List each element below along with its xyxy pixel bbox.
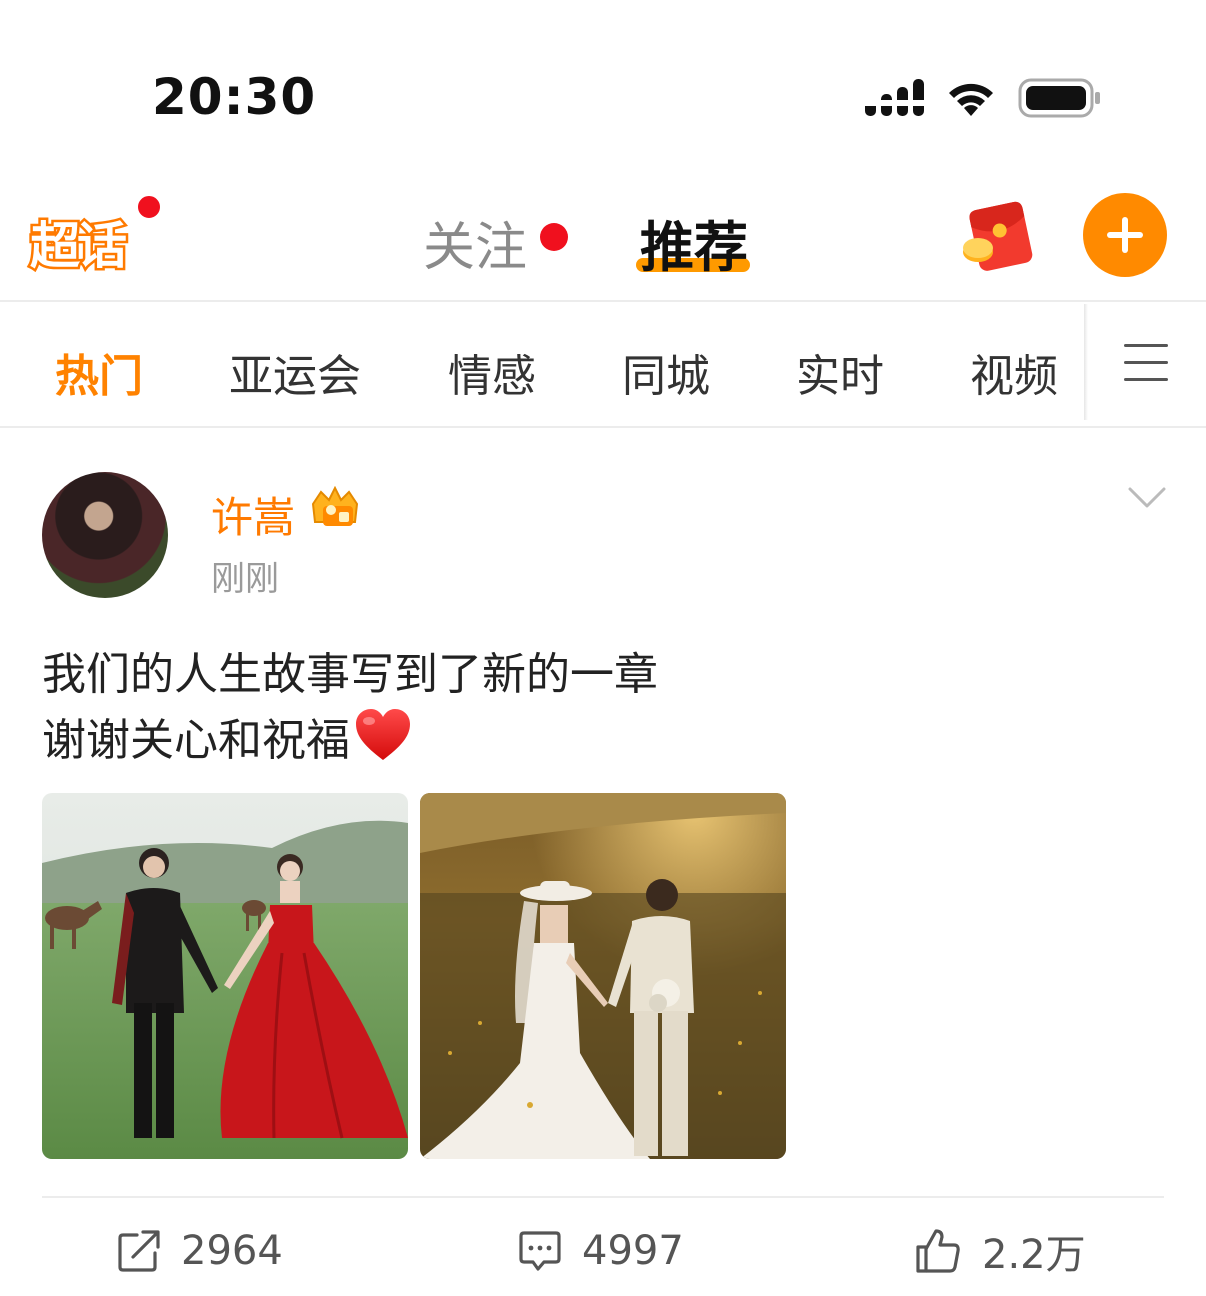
post-text-line-1: 我们的人生故事写到了新的一章	[42, 649, 658, 700]
category-tab-video[interactable]: 视频	[970, 340, 1058, 404]
cellular-signal-icon	[865, 79, 924, 116]
repost-button[interactable]: 2964	[117, 1226, 283, 1276]
post-text-line-2-text: 谢谢关心和祝福	[42, 715, 350, 766]
status-time: 20:30	[152, 68, 317, 126]
thumbs-up-icon	[916, 1229, 960, 1273]
battery-icon	[1018, 78, 1100, 118]
tab-recommend[interactable]: 推荐	[640, 203, 748, 282]
category-tab-emotion[interactable]: 情感	[448, 340, 536, 404]
repost-icon	[118, 1230, 160, 1272]
category-menu-icon[interactable]	[1124, 344, 1168, 382]
wifi-icon	[949, 83, 993, 116]
menu-separator	[1084, 304, 1088, 420]
like-count: 2.2万	[982, 1232, 1086, 1278]
comment-icon	[519, 1231, 561, 1271]
post-author[interactable]: 许嵩	[211, 484, 295, 545]
red-heart-icon	[356, 709, 410, 760]
category-divider	[0, 426, 1206, 428]
comment-count: 4997	[582, 1228, 684, 1274]
repost-count: 2964	[181, 1228, 283, 1274]
chevron-down-icon[interactable]	[1128, 486, 1166, 510]
category-tab-realtime[interactable]: 实时	[796, 340, 884, 404]
category-tab-local[interactable]: 同城	[622, 340, 710, 404]
red-packet-icon[interactable]	[958, 200, 1038, 274]
avatar[interactable]	[42, 472, 168, 598]
super-topic-notification-dot	[135, 193, 163, 221]
post-image-2[interactable]	[420, 793, 786, 1159]
category-tab-hot[interactable]: 热门	[55, 340, 143, 404]
follow-notification-dot	[540, 223, 568, 251]
super-topic-logo: 超话	[28, 215, 130, 278]
comment-button[interactable]: 4997	[518, 1226, 684, 1276]
post-actions-divider	[42, 1196, 1164, 1198]
post-image-1[interactable]	[42, 793, 408, 1159]
category-tab-asian-games[interactable]: 亚运会	[229, 340, 361, 404]
nav-divider	[0, 300, 1206, 302]
compose-button[interactable]	[1083, 193, 1167, 277]
plus-icon	[1107, 217, 1143, 253]
tab-follow[interactable]: 关注	[423, 205, 527, 280]
post-time: 刚刚	[211, 559, 279, 599]
post-text-line-2: 谢谢关心和祝福	[42, 704, 412, 768]
like-button[interactable]: 2.2万	[914, 1226, 1086, 1278]
vip-crown-badge-icon[interactable]	[305, 486, 365, 530]
